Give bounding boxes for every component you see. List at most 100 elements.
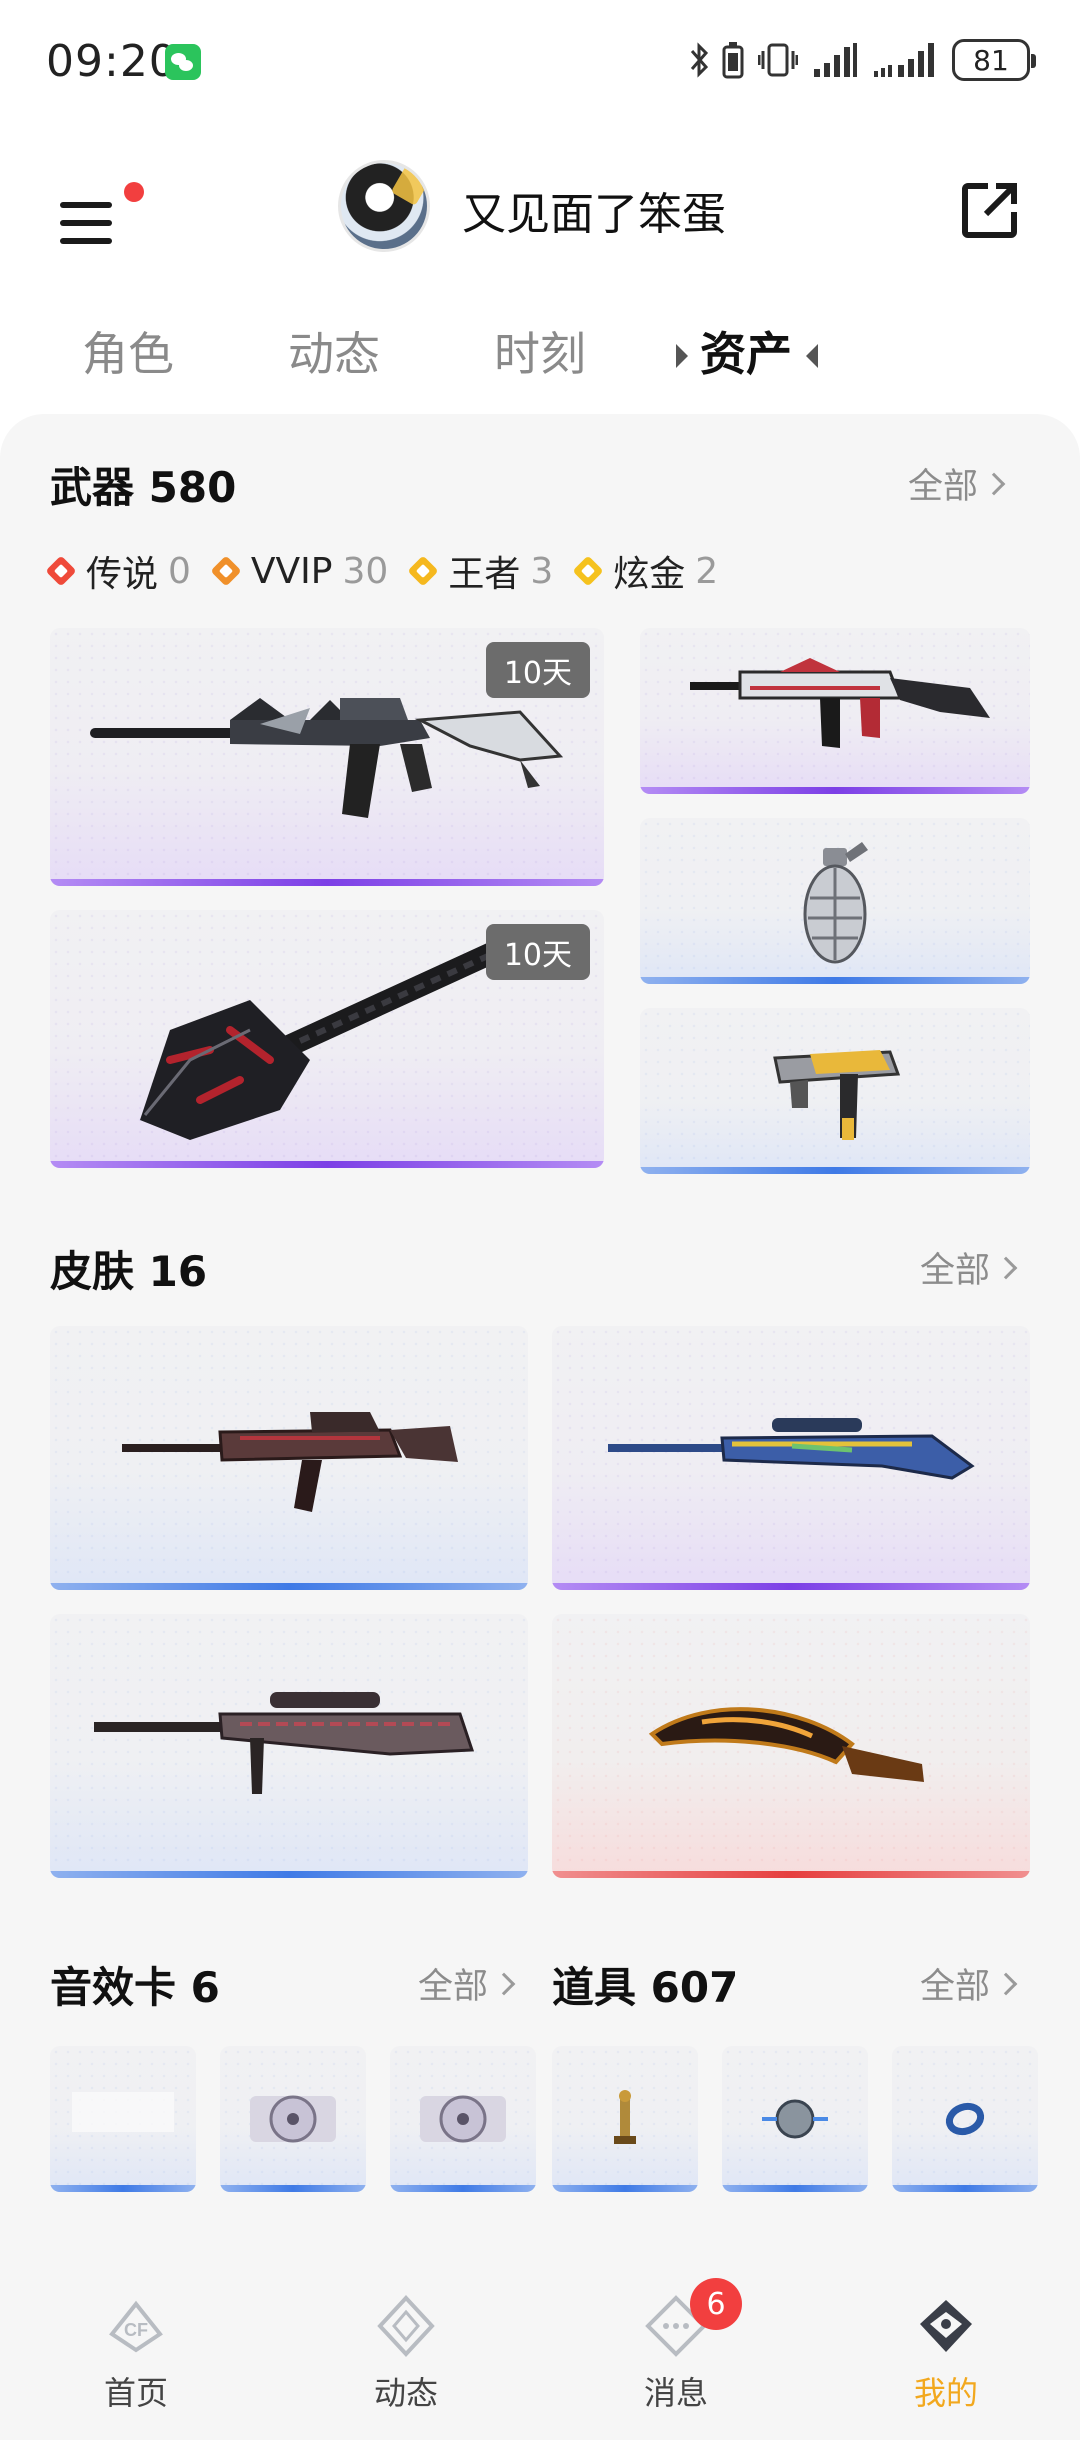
ring-icon [945, 2102, 985, 2136]
app-header: 又见面了笨蛋 [0, 150, 1080, 270]
rarity-count: 3 [530, 550, 554, 592]
nav-profile[interactable]: 我的 [876, 2294, 1016, 2414]
signal-icon [814, 43, 857, 77]
grenade-icon [803, 842, 868, 964]
kukri-icon [648, 1707, 924, 1782]
rarity-label: VVIP [250, 550, 333, 592]
nav-feed[interactable]: 动态 [336, 2294, 476, 2414]
bottom-nav: CF 首页 动态 消息 6 我的 [0, 2234, 1080, 2440]
sound-card-item[interactable] [50, 2046, 196, 2192]
rifle-red-icon [122, 1412, 458, 1512]
vvip-diamond-icon [210, 555, 242, 587]
nav-home[interactable]: CF 首页 [66, 2294, 206, 2414]
notification-dot [124, 182, 144, 202]
weapons-see-all-label: 全部 [908, 467, 979, 507]
chevron-right-icon [492, 1972, 516, 1995]
rarity-count: 2 [695, 550, 719, 592]
skin-card-heavy-sniper[interactable] [50, 1614, 528, 1878]
skins-see-all[interactable]: 全部 [920, 1242, 1018, 1293]
rarity-label: 王者 [448, 554, 521, 595]
props-see-all[interactable]: 全部 [920, 1958, 1018, 2009]
status-time: 09:20 [46, 36, 178, 87]
rarity-gold[interactable]: 炫金 2 [572, 545, 719, 597]
skin-card-sniper[interactable] [552, 1326, 1030, 1590]
rarity-legend[interactable]: 传说 0 [45, 545, 191, 597]
username[interactable]: 又见面了笨蛋 [462, 178, 726, 242]
king-diamond-icon [407, 555, 439, 587]
nav-label: 消息 [643, 2374, 708, 2412]
home-icon: CF [109, 2300, 163, 2353]
rarity-label: 炫金 [613, 554, 686, 595]
rarity-filter: 传说 0 VVIP 30 王者 3 炫金 2 [45, 545, 742, 597]
rarity-label: 传说 [86, 554, 159, 595]
smg-icon [773, 1050, 901, 1140]
disc-icon [250, 2095, 336, 2143]
assets-panel: 武器 580 全部 传说 0 VVIP 30 王者 3 炫金 2 10天 10天… [0, 414, 1080, 2234]
weapon-card-rifle[interactable]: 10天 [50, 628, 604, 886]
unread-badge: 6 [690, 2278, 742, 2330]
props-title: 道具 607 [552, 1963, 739, 2012]
tab-feed[interactable]: 动态 [288, 318, 380, 384]
skin-card-rifle-red[interactable] [50, 1326, 528, 1590]
weapons-title: 武器 580 [50, 463, 237, 512]
nav-label: 我的 [913, 2374, 978, 2412]
avatar[interactable] [338, 160, 430, 252]
weapon-card-grenade[interactable] [640, 818, 1030, 984]
rarity-vvip[interactable]: VVIP 30 [210, 550, 389, 592]
vibrate-icon [758, 43, 798, 77]
status-bar: 09:20 81 [0, 0, 1080, 120]
skins-see-all-label: 全部 [920, 1251, 991, 1291]
battery-saver-icon [722, 42, 744, 79]
legend-diamond-icon [45, 555, 77, 587]
nav-messages[interactable]: 消息 6 [606, 2278, 746, 2414]
medal-icon [762, 2099, 828, 2139]
nav-label: 动态 [373, 2374, 438, 2412]
sound-cards-see-all-label: 全部 [418, 1967, 489, 2007]
share-icon[interactable] [960, 180, 1020, 240]
sniper-icon [608, 1418, 975, 1480]
prop-item[interactable] [552, 2046, 698, 2192]
rarity-king[interactable]: 王者 3 [407, 545, 554, 597]
chevron-right-icon [994, 1256, 1018, 1279]
prop-item[interactable] [722, 2046, 868, 2192]
trophy-icon [614, 2090, 636, 2144]
sound-card-icon [72, 2092, 174, 2132]
sound-cards-title: 音效卡 6 [50, 1963, 220, 2012]
weapon-card-rifle-white[interactable] [640, 628, 1030, 794]
tab-roles[interactable]: 角色 [82, 318, 174, 384]
sound-card-item[interactable] [220, 2046, 366, 2192]
props-see-all-label: 全部 [920, 1967, 991, 2007]
feed-icon [377, 2295, 435, 2357]
tab-indicator-right-icon [806, 344, 818, 368]
duration-badge: 10天 [485, 924, 590, 980]
disc-icon [420, 2095, 506, 2143]
battery-icon: 81 [952, 39, 1036, 81]
weapon-card-smg[interactable] [640, 1008, 1030, 1174]
tab-moments[interactable]: 时刻 [494, 318, 586, 384]
sound-cards-see-all[interactable]: 全部 [418, 1958, 516, 2009]
rifle-white-icon [690, 658, 990, 748]
chevron-right-icon [994, 1972, 1018, 1995]
svg-text:CF: CF [124, 2320, 148, 2340]
duration-badge: 10天 [485, 642, 590, 698]
rarity-count: 30 [342, 550, 389, 592]
menu-button[interactable] [56, 182, 146, 252]
sound-card-item[interactable] [390, 2046, 536, 2192]
signal-icon-2 [874, 43, 934, 77]
weapons-see-all[interactable]: 全部 [908, 458, 1006, 509]
profile-tabs: 角色 动态 时刻 资产 [0, 300, 1080, 390]
chevron-right-icon [982, 472, 1006, 495]
gold-diamond-icon [572, 555, 604, 587]
weapon-card-shovel[interactable]: 10天 [50, 910, 604, 1168]
tab-assets[interactable]: 资产 [700, 318, 792, 384]
status-icons: 81 [690, 38, 1036, 82]
bluetooth-icon [690, 42, 708, 78]
wechat-notification-icon [165, 44, 201, 80]
heavy-sniper-icon [94, 1692, 475, 1794]
skins-title: 皮肤 16 [50, 1247, 208, 1296]
skin-card-kukri[interactable] [552, 1614, 1030, 1878]
nav-label: 首页 [103, 2374, 168, 2412]
prop-item[interactable] [892, 2046, 1038, 2192]
profile-icon [920, 2300, 972, 2352]
rarity-count: 0 [168, 550, 191, 592]
